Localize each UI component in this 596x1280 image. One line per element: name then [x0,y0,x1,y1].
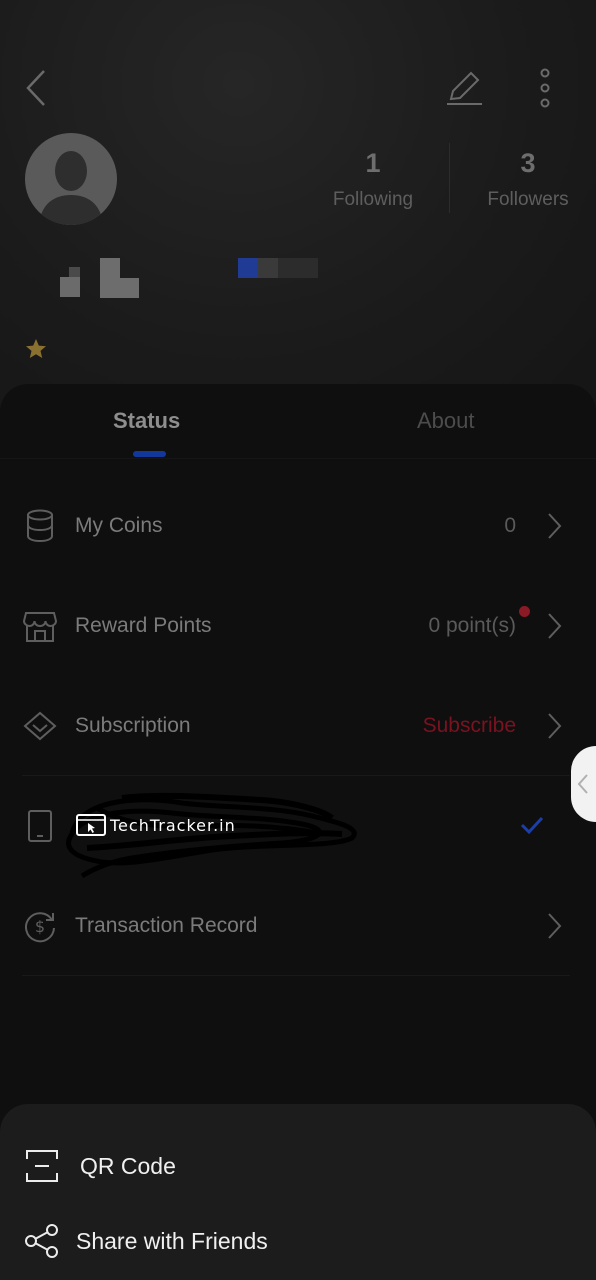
browser-cursor-icon [76,814,106,836]
more-options-button[interactable] [530,66,560,110]
my-coins-value: 0 [504,514,516,537]
share-with-friends-label: Share with Friends [76,1228,268,1254]
qr-code-icon [22,1146,62,1186]
edit-profile-button[interactable] [444,68,484,108]
followers-stat[interactable]: 3 Followers [458,148,596,211]
profile-tabs: Status About [0,384,596,459]
subscribe-link[interactable]: Subscribe [423,714,516,738]
reward-points-row[interactable]: Reward Points 0 point(s) [22,576,570,676]
chevron-left-icon [26,70,45,106]
tab-status[interactable]: Status [113,408,180,434]
subscription-row[interactable]: Subscription Subscribe [22,676,570,776]
pixelated-username [60,258,139,298]
svg-text:$: $ [35,917,45,936]
my-coins-label: My Coins [75,514,163,537]
chevron-right-icon [548,713,562,739]
chevron-right-icon [548,913,562,939]
avatar[interactable] [25,133,117,225]
active-tab-indicator [133,451,166,457]
level-star-icon [26,339,46,358]
transaction-record-label: Transaction Record [75,914,258,937]
chevron-right-icon [548,613,562,639]
reward-points-label: Reward Points [75,614,212,637]
following-label: Following [332,189,414,210]
chevron-left-icon [577,774,588,794]
followers-count: 3 [520,148,536,178]
checkmark-icon [520,816,544,834]
phone-icon [22,806,58,846]
notification-dot [519,606,530,617]
store-icon [22,606,58,646]
share-with-friends-button[interactable]: Share with Friends [22,1219,562,1263]
subscription-label: Subscription [75,714,191,737]
user-silhouette-icon [39,151,103,225]
pencil-icon [447,71,482,105]
device-row[interactable]: TechTracker.in [22,776,570,878]
bottom-action-sheet: QR Code Share with Friends [0,1104,596,1280]
tab-about[interactable]: About [417,408,475,434]
coins-icon [22,506,58,546]
more-vertical-icon [540,68,550,108]
my-coins-row[interactable]: My Coins 0 [22,476,570,576]
back-button[interactable] [20,66,52,110]
watermark: TechTracker.in [76,814,236,836]
qr-code-label: QR Code [80,1153,176,1179]
stat-divider [449,143,450,213]
row-divider [22,975,570,976]
pixelated-badge [238,258,318,278]
transaction-record-row[interactable]: $ Transaction Record [22,876,570,976]
profile-header: 1 Following 3 Followers [0,0,596,420]
qr-code-button[interactable]: QR Code [22,1144,562,1188]
following-stat[interactable]: 1 Following [303,148,443,211]
diamond-icon [22,706,58,746]
reward-points-value: 0 point(s) [428,614,516,637]
side-panel-handle[interactable] [571,746,596,822]
watermark-text: TechTracker.in [110,815,236,835]
chevron-right-icon [548,513,562,539]
share-icon [22,1221,62,1261]
followers-label: Followers [487,189,569,210]
following-count: 1 [365,148,381,178]
dollar-refresh-icon: $ [22,906,58,946]
